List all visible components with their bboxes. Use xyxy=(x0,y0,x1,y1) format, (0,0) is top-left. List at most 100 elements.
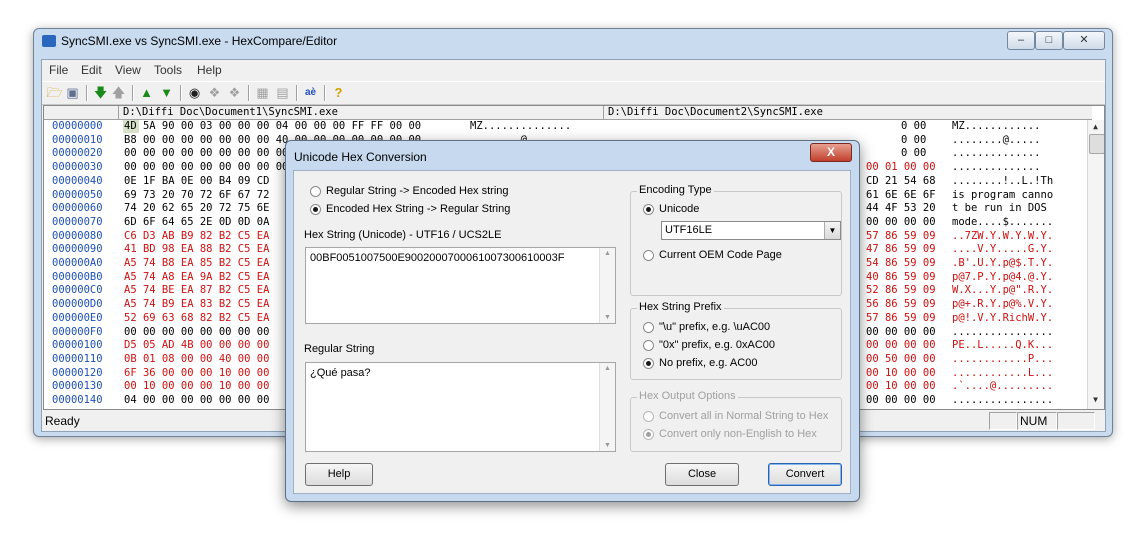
right-ascii[interactable]: W.X...Y.p@".R.Y. xyxy=(952,284,1053,297)
right-hex-bytes[interactable]: 0 00 xyxy=(901,120,926,133)
arrow-down-green-icon[interactable]: 🡇 xyxy=(92,85,109,101)
right-ascii[interactable]: p@7.P.Y.p@4.@.Y. xyxy=(952,271,1053,284)
encoding-oem-label[interactable]: Current OEM Code Page xyxy=(659,249,782,261)
right-ascii[interactable]: ................ xyxy=(952,326,1053,339)
direction-radio-decode[interactable] xyxy=(310,204,321,215)
help-question-icon[interactable]: ? xyxy=(330,85,347,101)
left-hex-bytes[interactable]: 69 73 20 70 72 6F 67 72 xyxy=(124,189,269,202)
find-prev-icon[interactable]: ❖ xyxy=(226,85,243,101)
left-hex-bytes[interactable]: 00 00 00 00 00 00 00 00 xyxy=(124,326,269,339)
help-button[interactable]: Help xyxy=(305,463,373,486)
hex-vertical-scrollbar[interactable]: ▲ ▼ xyxy=(1087,120,1104,409)
scroll-thumb[interactable] xyxy=(1089,134,1104,154)
right-ascii[interactable]: .B'.U.Y.p@$.T.Y. xyxy=(952,257,1053,270)
right-hex-bytes[interactable]: CD 21 54 68 xyxy=(866,175,936,188)
direction-label-encode[interactable]: Regular String -> Encoded Hex string xyxy=(326,185,509,197)
grid-alt-icon[interactable]: ▤ xyxy=(274,85,291,101)
find-next-icon[interactable]: ❖ xyxy=(206,85,223,101)
menu-tools[interactable]: Tools xyxy=(154,63,182,77)
right-hex-bytes[interactable]: 54 86 59 09 xyxy=(866,257,936,270)
right-hex-bytes[interactable]: 00 10 00 00 xyxy=(866,380,936,393)
left-hex-bytes[interactable]: 0B 01 08 00 00 40 00 00 xyxy=(124,353,269,366)
open-folder-icon[interactable]: 🗁 xyxy=(46,85,63,101)
left-hex-bytes[interactable]: 04 00 00 00 00 00 00 00 xyxy=(124,394,269,407)
prefix-radio-u[interactable] xyxy=(643,322,654,333)
right-ascii[interactable]: ..7ZW.Y.W.Y.W.Y. xyxy=(952,230,1053,243)
left-hex-bytes[interactable]: 6F 36 00 00 00 10 00 00 xyxy=(124,367,269,380)
chevron-down-icon[interactable]: ▼ xyxy=(824,222,840,239)
right-ascii[interactable]: p@!.V.Y.RichW.Y. xyxy=(952,312,1053,325)
right-hex-bytes[interactable]: 61 6E 6E 6F xyxy=(866,189,936,202)
right-hex-bytes[interactable]: 52 86 59 09 xyxy=(866,284,936,297)
maximize-button[interactable]: □ xyxy=(1035,31,1063,50)
right-ascii[interactable]: .............. xyxy=(952,161,1041,174)
direction-radio-encode[interactable] xyxy=(310,186,321,197)
right-ascii[interactable]: MZ............ xyxy=(952,120,1041,133)
left-hex-bytes[interactable]: A5 74 B9 EA 83 B2 C5 EA xyxy=(124,298,269,311)
right-hex-bytes[interactable]: 00 50 00 00 xyxy=(866,353,936,366)
double-arrow-up-green-icon[interactable]: ▲ xyxy=(138,85,155,101)
right-hex-bytes[interactable]: 00 00 00 00 xyxy=(866,216,936,229)
convert-button[interactable]: Convert xyxy=(768,463,842,486)
output-non-english-label[interactable]: Convert only non-English to Hex xyxy=(659,428,817,440)
right-ascii[interactable]: is program canno xyxy=(952,189,1053,202)
right-ascii[interactable]: ........!..L.!Th xyxy=(952,175,1053,188)
menu-view[interactable]: View xyxy=(115,63,141,77)
right-ascii[interactable]: ................ xyxy=(952,394,1053,407)
hex-string-input[interactable]: 00BF0051007500E9002000700061007300610003… xyxy=(305,247,616,324)
right-hex-bytes[interactable]: 00 01 00 00 xyxy=(866,161,936,174)
dialog-close-icon[interactable]: X xyxy=(810,143,852,162)
double-arrow-down-green-icon[interactable]: ▼ xyxy=(158,85,175,101)
left-ascii[interactable]: MZ.............. xyxy=(470,120,571,133)
left-hex-bytes[interactable]: A5 74 B8 EA 85 B2 C5 EA xyxy=(124,257,269,270)
right-ascii[interactable]: ............P... xyxy=(952,353,1053,366)
output-all-label[interactable]: Convert all in Normal String to Hex xyxy=(659,410,828,422)
right-ascii[interactable]: PE..L.....Q.K... xyxy=(952,339,1053,352)
hex-row[interactable]: 00000000 4D 5A 90 00 03 00 00 00 04 00 00… xyxy=(44,120,1087,133)
left-hex-bytes[interactable]: C6 D3 AB B9 82 B2 C5 EA xyxy=(124,230,269,243)
output-radio-non-english[interactable] xyxy=(643,429,654,440)
right-ascii[interactable]: t be run in DOS xyxy=(952,202,1053,215)
left-hex-bytes[interactable]: 74 20 62 65 20 72 75 6E xyxy=(124,202,269,215)
right-hex-bytes[interactable]: 00 00 00 00 xyxy=(866,394,936,407)
right-hex-bytes[interactable]: 00 00 00 00 xyxy=(866,326,936,339)
prefix-u-label[interactable]: "\u" prefix, e.g. \uAC00 xyxy=(659,321,770,333)
close-button[interactable]: Close xyxy=(665,463,739,486)
prefix-none-label[interactable]: No prefix, e.g. AC00 xyxy=(659,357,757,369)
menu-help[interactable]: Help xyxy=(197,63,222,77)
menu-edit[interactable]: Edit xyxy=(81,63,102,77)
regular-string-input[interactable]: ¿Qué pasa? ▲ ▼ xyxy=(305,362,616,452)
right-ascii[interactable]: ....V.Y.....G.Y. xyxy=(952,243,1053,256)
encoding-radio-unicode[interactable] xyxy=(643,204,654,215)
left-hex-bytes[interactable]: A5 74 BE EA 87 B2 C5 EA xyxy=(124,284,269,297)
encoding-unicode-label[interactable]: Unicode xyxy=(659,203,699,215)
left-hex-bytes[interactable]: 00 10 00 00 00 10 00 00 xyxy=(124,380,269,393)
right-hex-bytes[interactable]: 57 86 59 09 xyxy=(866,230,936,243)
right-hex-bytes[interactable]: 56 86 59 09 xyxy=(866,298,936,311)
right-hex-bytes[interactable]: 47 86 59 09 xyxy=(866,243,936,256)
left-hex-bytes[interactable]: D5 05 AD 4B 00 00 00 00 xyxy=(124,339,269,352)
encoding-radio-oem[interactable] xyxy=(643,250,654,261)
left-hex-bytes[interactable]: 0E 1F BA 0E 00 B4 09 CD xyxy=(124,175,269,188)
right-ascii[interactable]: .`....@......... xyxy=(952,380,1053,393)
left-hex-bytes[interactable]: A5 74 A8 EA 9A B2 C5 EA xyxy=(124,271,269,284)
save-icon[interactable]: ▣ xyxy=(64,85,81,101)
right-ascii[interactable]: .............. xyxy=(952,147,1041,160)
right-hex-bytes[interactable]: 40 86 59 09 xyxy=(866,271,936,284)
output-radio-all[interactable] xyxy=(643,411,654,422)
prefix-radio-0x[interactable] xyxy=(643,340,654,351)
left-hex-bytes[interactable]: 41 BD 98 EA 88 B2 C5 EA xyxy=(124,243,269,256)
right-hex-bytes[interactable]: 00 00 00 00 xyxy=(866,339,936,352)
right-ascii[interactable]: ........@..... xyxy=(952,134,1041,147)
encoding-select[interactable]: UTF16LE ▼ xyxy=(661,221,841,240)
binoculars-icon[interactable]: ◉ xyxy=(186,85,203,101)
left-hex-bytes[interactable]: 52 69 63 68 82 B2 C5 EA xyxy=(124,312,269,325)
right-hex-bytes[interactable]: 0 00 xyxy=(901,147,926,160)
prefix-0x-label[interactable]: "0x" prefix, e.g. 0xAC00 xyxy=(659,339,775,351)
direction-label-decode[interactable]: Encoded Hex String -> Regular String xyxy=(326,203,510,215)
arrow-up-gray-icon[interactable]: 🡅 xyxy=(110,85,127,101)
right-hex-bytes[interactable]: 44 4F 53 20 xyxy=(866,202,936,215)
grid-icon[interactable]: ▦ xyxy=(254,85,271,101)
menu-file[interactable]: File xyxy=(49,63,68,77)
prefix-radio-none[interactable] xyxy=(643,358,654,369)
